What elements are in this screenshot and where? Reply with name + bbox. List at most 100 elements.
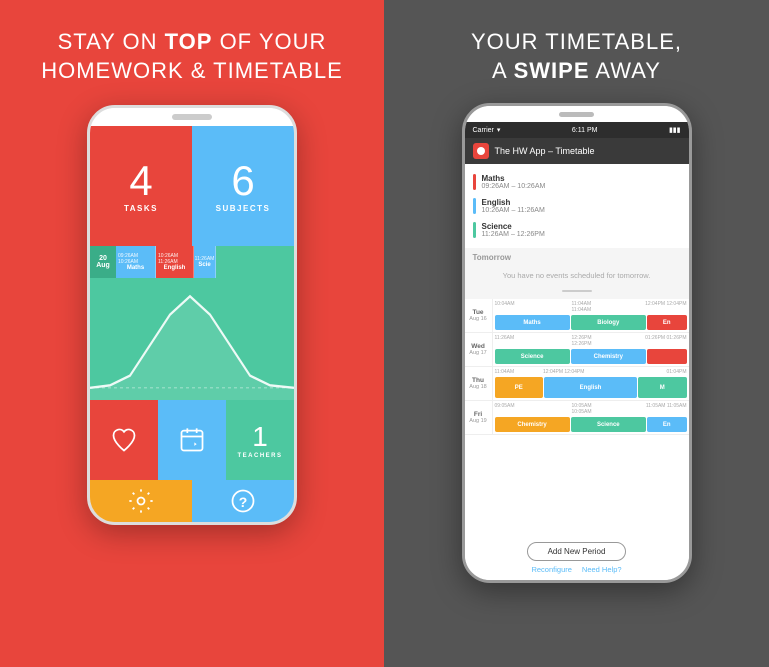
week-day-tue: Tue Aug 16 — [465, 299, 493, 332]
class-biology-tue: Biology — [571, 315, 646, 330]
app-title: The HW App – Timetable — [495, 146, 595, 156]
week-classes-fri: Chemistry Science En — [495, 417, 687, 432]
weekly-grid: Tue Aug 16 10:04AM 11:04AM 11:04AM 12:04… — [465, 299, 689, 536]
week-slots-wed: 11:26AM 12:26PM 12:26PM 01:26PM 01:26PM … — [493, 333, 689, 366]
phone-notch-right — [465, 106, 689, 122]
status-time: 6:11 PM — [572, 127, 598, 134]
chart-area — [90, 278, 294, 400]
timeline-english: 10:26AM 11:26AM English — [156, 246, 194, 278]
week-times-wed: 11:26AM 12:26PM 12:26PM 01:26PM 01:26PM — [495, 335, 687, 348]
week-row-wed: Wed Aug 17 11:26AM 12:26PM 12:26PM 01:26… — [465, 333, 689, 367]
left-headline: STAY ON TOP OF YOUR HOMEWORK & TIMETABLE — [41, 28, 343, 85]
teachers-tile: 1 TEACHERS — [226, 400, 294, 480]
week-classes-wed: Science Chemistry — [495, 349, 687, 364]
tt-bar-science — [473, 222, 476, 238]
week-times-thu: 11:04AM 12:04PM 12:04PM 01:04PM — [495, 369, 687, 376]
week-slots-thu: 11:04AM 12:04PM 12:04PM 01:04PM PE Engli… — [493, 367, 689, 400]
battery-icon: ▮▮▮ — [669, 126, 681, 134]
teachers-label: TEACHERS — [237, 453, 282, 459]
subjects-number: 6 — [231, 160, 254, 202]
heart-tile — [90, 400, 158, 480]
week-row-fri: Fri Aug 19 09:05AM 10:05AM 10:05AM 11:05… — [465, 401, 689, 435]
class-chemistry-wed: Chemistry — [571, 349, 646, 364]
subjects-label: SUBJECTS — [216, 204, 271, 213]
phone-left: 4 TASKS 6 SUBJECTS 20 Aug 09:26AM 10:26A… — [87, 105, 297, 525]
timeline-science: 11:26AM Scie — [194, 246, 216, 278]
tt-subject-science: Science — [482, 222, 681, 231]
class-m-thu: M — [638, 377, 687, 398]
stats-grid: 4 TASKS 6 SUBJECTS — [90, 126, 294, 246]
class-maths-tue: Maths — [495, 315, 570, 330]
class-pe-thu: PE — [495, 377, 544, 398]
tomorrow-line — [562, 290, 592, 292]
timeline-maths: 09:26AM 10:26AM Maths — [116, 246, 156, 278]
class-en-fri: En — [647, 417, 687, 432]
timeline-bar: 20 Aug 09:26AM 10:26AM Maths 10:26AM 11:… — [90, 246, 294, 278]
tt-content-science: Science 11:26AM – 12:26PM — [482, 222, 681, 238]
tomorrow-section: Tomorrow You have no events scheduled fo… — [465, 248, 689, 299]
wifi-icon: ▾ — [497, 126, 501, 134]
week-row-thu: Thu Aug 18 11:04AM 12:04PM 12:04PM 01:04… — [465, 367, 689, 401]
tt-item-science: Science 11:26AM – 12:26PM — [465, 218, 689, 242]
right-panel: YOUR TIMETABLE, A SWIPE AWAY Carrier ▾ 6… — [384, 0, 769, 667]
week-times-fri: 09:05AM 10:05AM 10:05AM 11:05AM 11:05AM — [495, 403, 687, 416]
tt-content-english: English 10:26AM – 11:26AM — [482, 198, 681, 214]
class-extra-wed — [647, 349, 687, 364]
timetable-list: Maths 09:26AM – 10:26AM English 10:26AM … — [465, 164, 689, 248]
tasks-label: TASKS — [124, 204, 158, 213]
tt-item-maths: Maths 09:26AM – 10:26AM — [465, 170, 689, 194]
tomorrow-label: Tomorrow — [473, 253, 681, 262]
tt-bar-english — [473, 198, 476, 214]
gear-icon — [127, 487, 155, 515]
bottom-links: Reconfigure Need Help? — [531, 565, 621, 574]
app-header: The HW App – Timetable — [465, 138, 689, 164]
phone-bottom: Add New Period Reconfigure Need Help? — [465, 536, 689, 580]
class-science-fri: Science — [571, 417, 646, 432]
reconfigure-link[interactable]: Reconfigure — [531, 565, 571, 574]
question-tile: ? — [192, 480, 294, 522]
tt-subject-english: English — [482, 198, 681, 207]
tt-time-science: 11:26AM – 12:26PM — [482, 231, 681, 238]
timeline-date: 20 Aug — [90, 246, 116, 278]
week-times-tue: 10:04AM 11:04AM 11:04AM 12:04PM 12:04PM — [495, 301, 687, 314]
calendar-tile — [158, 400, 226, 480]
teachers-number: 1 — [252, 421, 268, 453]
gear-tile — [90, 480, 192, 522]
week-classes-thu: PE English M — [495, 377, 687, 398]
status-right: ▮▮▮ — [669, 126, 681, 134]
week-day-thu: Thu Aug 18 — [465, 367, 493, 400]
app-icon — [473, 143, 489, 159]
bottom-icons-grid2: ? — [90, 480, 294, 522]
tasks-number: 4 — [129, 160, 152, 202]
phone-right: Carrier ▾ 6:11 PM ▮▮▮ The HW App – Timet… — [462, 103, 692, 583]
week-day-fri: Fri Aug 19 — [465, 401, 493, 434]
carrier-text: Carrier — [473, 127, 494, 134]
week-classes-tue: Maths Biology En — [495, 315, 687, 330]
phone-screen-right: Carrier ▾ 6:11 PM ▮▮▮ The HW App – Timet… — [465, 122, 689, 580]
tt-time-english: 10:26AM – 11:26AM — [482, 207, 681, 214]
tasks-stat: 4 TASKS — [90, 126, 192, 246]
tt-content-maths: Maths 09:26AM – 10:26AM — [482, 174, 681, 190]
class-english-thu: English — [544, 377, 637, 398]
status-bar: Carrier ▾ 6:11 PM ▮▮▮ — [465, 122, 689, 138]
class-chemistry-fri: Chemistry — [495, 417, 570, 432]
class-science-wed: Science — [495, 349, 570, 364]
right-headline: YOUR TIMETABLE, A SWIPE AWAY — [471, 28, 682, 85]
svg-text:?: ? — [239, 494, 248, 510]
add-period-button[interactable]: Add New Period — [527, 542, 627, 561]
timeline-items: 09:26AM 10:26AM Maths 10:26AM 11:26AM En… — [116, 246, 294, 278]
tt-subject-maths: Maths — [482, 174, 681, 183]
question-icon: ? — [229, 487, 257, 515]
heart-icon — [110, 426, 138, 454]
need-help-link[interactable]: Need Help? — [582, 565, 622, 574]
week-slots-fri: 09:05AM 10:05AM 10:05AM 11:05AM 11:05AM … — [493, 401, 689, 434]
tt-time-maths: 09:26AM – 10:26AM — [482, 183, 681, 190]
week-slots-tue: 10:04AM 11:04AM 11:04AM 12:04PM 12:04PM … — [493, 299, 689, 332]
bottom-icons-grid: 1 TEACHERS — [90, 400, 294, 480]
calendar-icon — [178, 426, 206, 454]
week-day-wed: Wed Aug 17 — [465, 333, 493, 366]
tomorrow-text: You have no events scheduled for tomorro… — [473, 265, 681, 286]
class-en-tue: En — [647, 315, 687, 330]
status-left: Carrier ▾ — [473, 126, 501, 134]
week-row-tue: Tue Aug 16 10:04AM 11:04AM 11:04AM 12:04… — [465, 299, 689, 333]
